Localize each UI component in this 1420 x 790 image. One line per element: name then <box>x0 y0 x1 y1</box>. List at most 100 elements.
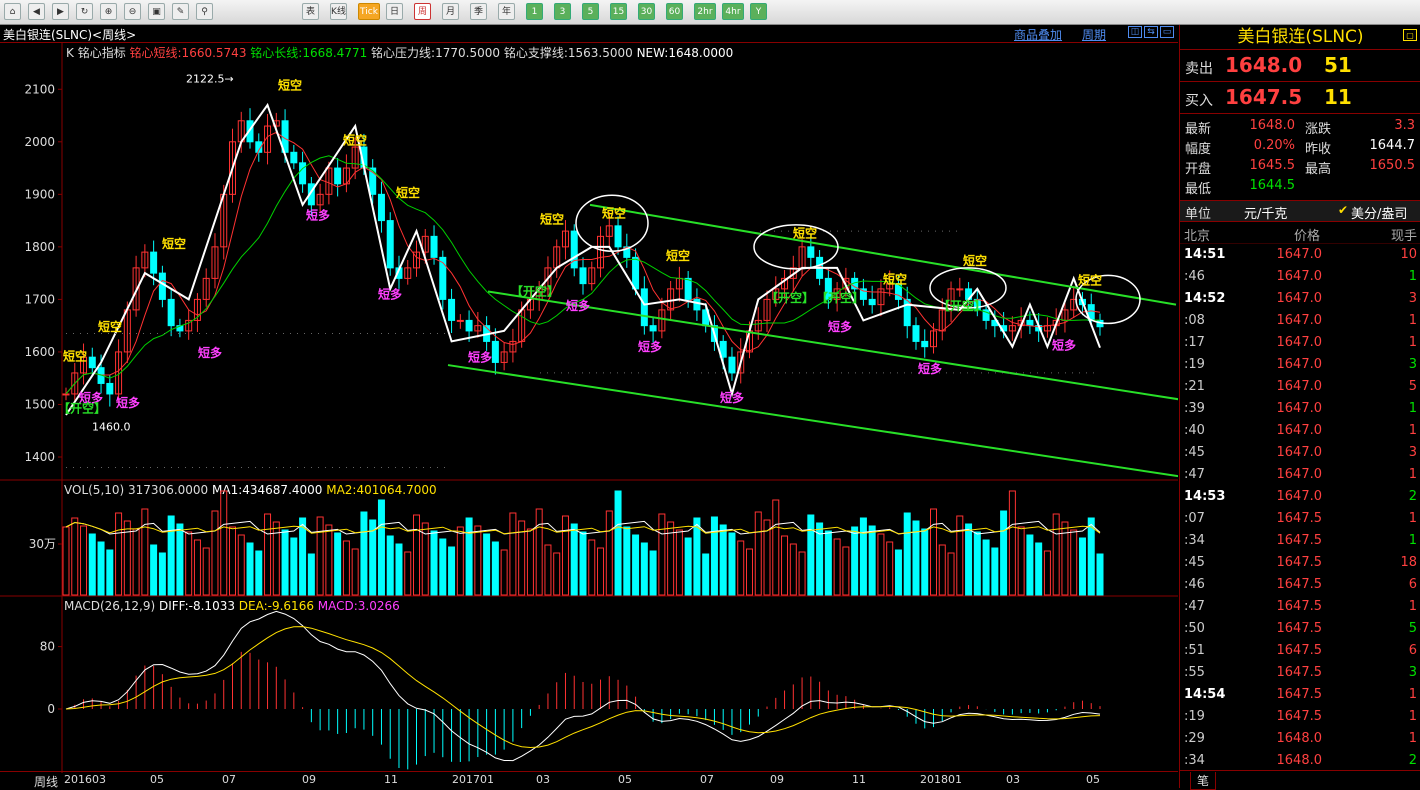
period-button-6[interactable]: 季 <box>470 3 487 20</box>
period-button-12[interactable]: 30 <box>638 3 655 20</box>
volume-bar <box>991 547 999 596</box>
stat-value-6: 1644.5 <box>1249 178 1296 193</box>
expand-icon[interactable]: ▭ <box>1160 26 1174 38</box>
candle-body <box>912 325 920 342</box>
period-button-2[interactable]: Tick <box>358 3 380 20</box>
volume-bar <box>859 517 867 596</box>
volume-bar <box>150 544 158 596</box>
period-button-10[interactable]: 5 <box>582 3 599 20</box>
volume-bar <box>1087 517 1095 596</box>
trade-price: 1648.0 <box>1276 753 1323 768</box>
period-button-3[interactable]: 日 <box>386 3 403 20</box>
candle-body <box>649 325 657 332</box>
currency-check-icon[interactable]: ✔ <box>1338 203 1348 217</box>
chart-area[interactable]: 1400 1500 1600 1700 1800 1900 2000 2100 2122.5→ 1… <box>0 43 1196 773</box>
trade-price: 1647.0 <box>1276 335 1323 350</box>
period-button-5[interactable]: 月 <box>442 3 459 20</box>
period-button-7[interactable]: 年 <box>498 3 515 20</box>
trades-header: 北京 价格 现手 <box>1180 222 1420 244</box>
volume-bar <box>1026 534 1034 596</box>
candle-body <box>430 235 438 258</box>
fwd-icon[interactable]: ▶ <box>52 3 69 20</box>
candle-body <box>614 225 622 248</box>
candle-body <box>465 319 473 332</box>
period-button-13[interactable]: 60 <box>666 3 683 20</box>
trade-price: 1647.5 <box>1276 621 1323 636</box>
candle-body <box>640 288 648 327</box>
open-short-label: 【开空】 <box>816 290 864 305</box>
short-buy-label: 短多 <box>468 349 492 364</box>
volume-bar <box>167 515 175 596</box>
zoom-out-icon[interactable]: ⊖ <box>124 3 141 20</box>
picture-icon[interactable]: ▣ <box>148 3 165 20</box>
filter-icon[interactable]: ⚲ <box>196 3 213 20</box>
quote-panel: 美白银连(SLNC) ▢ 卖出 1648.0 51 买入 1647.5 11 最… <box>1179 25 1420 790</box>
short-sell-label: 短空 <box>963 253 987 268</box>
overlay-link[interactable]: 商品叠加 <box>1014 26 1062 43</box>
short-buy-label: 短多 <box>1052 337 1076 352</box>
currency-option[interactable]: 美分/盎司 <box>1351 203 1407 222</box>
open-short-label: 【开空】 <box>511 284 559 299</box>
volume-bar <box>579 531 587 596</box>
trade-time: 14:53 <box>1184 489 1226 504</box>
stat-value-1: 3.3 <box>1394 118 1415 133</box>
period-button-8[interactable]: 1 <box>526 3 543 20</box>
trade-volume: 6 <box>1408 577 1417 592</box>
panel-switch-icon[interactable]: ▢ <box>1403 29 1417 41</box>
toolbar: ⌂ ◀ ▶ ↻ ⊕ ⊖ ▣ ✎ ⚲ 表 K线 Tick 日周月季年 1 3 5 15 30 60 2hr 4hr Y <box>0 0 1420 25</box>
unit-bar: 单位 元/千克 ✔ 美分/盎司 <box>1180 201 1420 222</box>
stat-label-1: 涨跌 <box>1305 122 1332 137</box>
trade-volume: 18 <box>1400 555 1417 570</box>
stat-label-5: 最高 <box>1305 162 1332 177</box>
volume-bar <box>281 529 289 596</box>
trade-row: :34 1648.0 2 <box>1180 750 1420 772</box>
volume-bar <box>106 549 114 596</box>
trade-volume: 3 <box>1408 665 1417 680</box>
refresh-icon[interactable]: ↻ <box>76 3 93 20</box>
trade-time: :19 <box>1184 709 1205 724</box>
period-button-14[interactable]: 2hr <box>694 3 716 20</box>
trade-row: :17 1647.0 1 <box>1180 332 1420 354</box>
period-button-1[interactable]: K线 <box>330 3 347 20</box>
candle-body <box>579 267 587 285</box>
trades-price-header: 价格 <box>1294 229 1321 244</box>
period-button-9[interactable]: 3 <box>554 3 571 20</box>
unit-value[interactable]: 元/千克 <box>1244 203 1287 222</box>
restore-icon[interactable]: ◫ <box>1128 26 1142 38</box>
trade-volume: 1 <box>1408 731 1417 746</box>
trade-time: :29 <box>1184 731 1205 746</box>
arrange-icon[interactable]: ⇆ <box>1144 26 1158 38</box>
back-icon[interactable]: ◀ <box>28 3 45 20</box>
trade-price: 1647.5 <box>1276 643 1323 658</box>
candle-body <box>632 256 640 290</box>
trades-list[interactable]: 14:51 1647.0 10:46 1647.0 1 14:52 1647.0 3:08 16… <box>1180 244 1420 772</box>
volume-bar <box>973 531 981 596</box>
period-link[interactable]: 周期 <box>1082 26 1106 43</box>
brush-icon[interactable]: ✎ <box>172 3 189 20</box>
y-tick-label: 1700 <box>24 292 55 306</box>
y-tick-label: 2100 <box>24 82 55 96</box>
stat-label-6: 最低 <box>1185 182 1212 197</box>
trade-time: :45 <box>1184 445 1205 460</box>
period-button-0[interactable]: 表 <box>302 3 319 20</box>
period-button-11[interactable]: 15 <box>610 3 627 20</box>
trade-price: 1647.5 <box>1276 709 1323 724</box>
short-sell-label: 短空 <box>396 185 420 200</box>
tick-tab[interactable]: 笔 <box>1190 772 1217 790</box>
trade-row: :47 1647.0 1 <box>1180 464 1420 486</box>
y-tick-label: 1600 <box>24 345 55 359</box>
price-chart-svg[interactable]: 1400 1500 1600 1700 1800 1900 2000 2100 2122.5→ 1… <box>0 43 1196 773</box>
candle-body <box>439 256 447 300</box>
date-tick: 03 <box>536 773 550 786</box>
zoom-in-icon[interactable]: ⊕ <box>100 3 117 20</box>
period-label: 周线 <box>34 775 59 789</box>
period-button-15[interactable]: 4hr <box>722 3 744 20</box>
volume-bar <box>377 499 385 596</box>
volume-bar <box>570 523 578 596</box>
home-icon[interactable]: ⌂ <box>4 3 21 20</box>
volume-bar <box>640 542 648 596</box>
period-button-16[interactable]: Y <box>750 3 767 20</box>
trade-price: 1647.5 <box>1276 577 1323 592</box>
period-button-4[interactable]: 周 <box>414 3 431 20</box>
trade-volume: 2 <box>1408 489 1417 504</box>
